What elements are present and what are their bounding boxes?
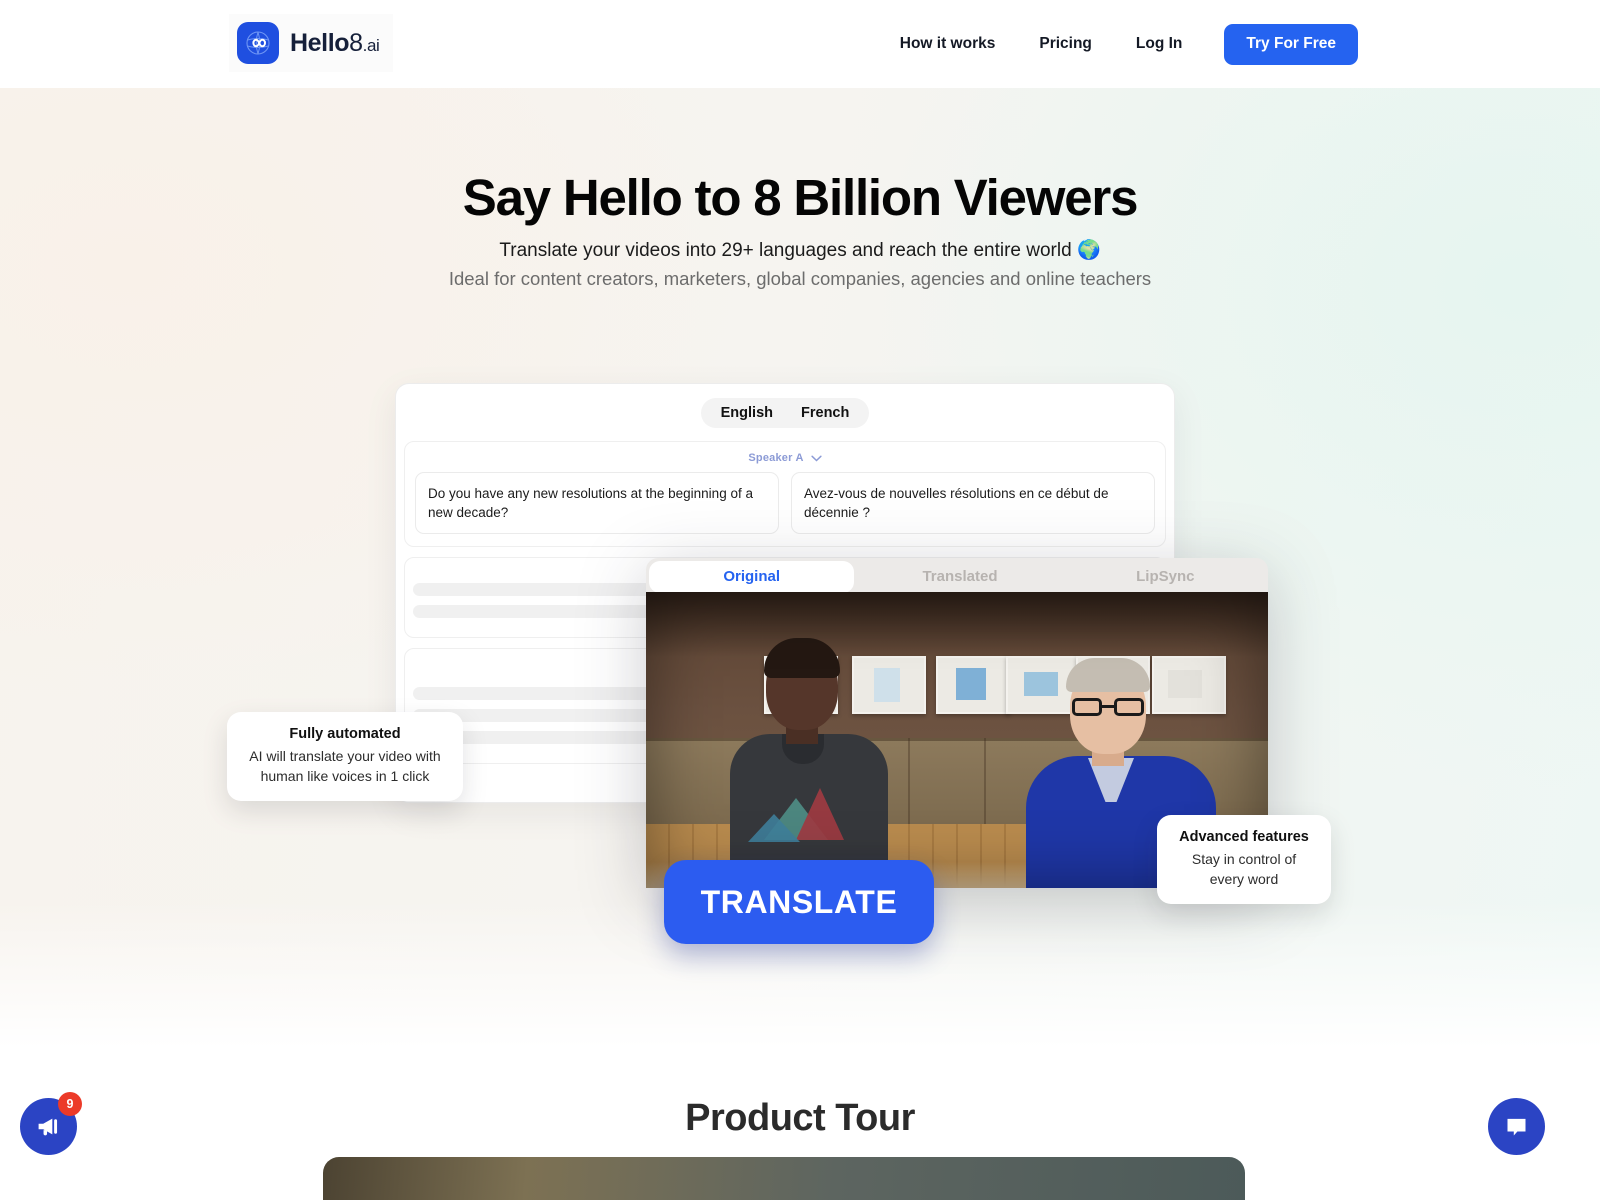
callout-advanced-features: Advanced features Stay in control of eve… (1157, 815, 1331, 904)
product-tour-video[interactable] (323, 1157, 1245, 1200)
callout-body: AI will translate your video with human … (249, 748, 441, 785)
lang-tab-french[interactable]: French (787, 405, 863, 421)
chat-button[interactable] (1488, 1098, 1545, 1155)
infinity-globe-icon (237, 22, 279, 64)
tab-lipsync[interactable]: LipSync (1063, 561, 1268, 593)
callout-title: Advanced features (1179, 829, 1309, 845)
segment-target-text[interactable]: Avez-vous de nouvelles résolutions en ce… (791, 472, 1155, 535)
segment-source-text[interactable]: Do you have any new resolutions at the b… (415, 472, 779, 535)
chat-bubble-icon (1507, 1118, 1526, 1136)
language-toggle: English French (700, 397, 870, 428)
callout-title: Fully automated (289, 726, 401, 742)
hero-subtitle-secondary: Ideal for content creators, marketers, g… (448, 268, 1152, 289)
product-tour-title: Product Tour (685, 1097, 915, 1139)
megaphone-icon (38, 1118, 58, 1136)
segment-columns: Do you have any new resolutions at the b… (415, 472, 1155, 535)
speaker-selector[interactable]: Speaker A (415, 452, 1155, 464)
transcript-segment: Speaker A Do you have any new resolution… (404, 441, 1166, 548)
hero-subtitle: Translate your videos into 29+ languages… (499, 240, 1101, 261)
language-toggle-row: English French (396, 384, 1174, 441)
logo-text-main: Hello (290, 28, 350, 57)
try-for-free-button[interactable]: Try For Free (1224, 23, 1358, 65)
site-header: Hello8.ai How it works Pricing Log In Tr… (0, 0, 1600, 88)
speaker-label: Speaker A (748, 452, 804, 464)
video-tabs: Original Translated LipSync (646, 558, 1268, 596)
nav-pricing[interactable]: Pricing (1017, 22, 1114, 66)
logo-text: Hello8.ai (290, 28, 380, 58)
nav-how-it-works[interactable]: How it works (878, 22, 1018, 66)
logo-text-tld: .ai (362, 35, 380, 55)
main-nav: How it works Pricing Log In Try For Free (878, 22, 1358, 66)
announcements-badge: 9 (58, 1092, 82, 1116)
callout-fully-automated: Fully automated AI will translate your v… (227, 712, 463, 801)
nav-log-in[interactable]: Log In (1114, 22, 1205, 66)
tab-original[interactable]: Original (649, 561, 855, 593)
translate-button[interactable]: TRANSLATE (664, 860, 934, 944)
tab-translated[interactable]: Translated (857, 561, 1062, 593)
logo[interactable]: Hello8.ai (229, 14, 394, 72)
page-title: Say Hello to 8 Billion Viewers (462, 169, 1139, 226)
callout-body: Stay in control of every word (1191, 851, 1297, 888)
landing-page: Hello8.ai How it works Pricing Log In Tr… (0, 0, 1600, 1200)
logo-text-eight: 8 (349, 28, 363, 57)
lang-tab-english[interactable]: English (707, 405, 787, 421)
announcements-button[interactable]: 9 (20, 1092, 82, 1155)
chevron-down-icon (810, 455, 822, 462)
